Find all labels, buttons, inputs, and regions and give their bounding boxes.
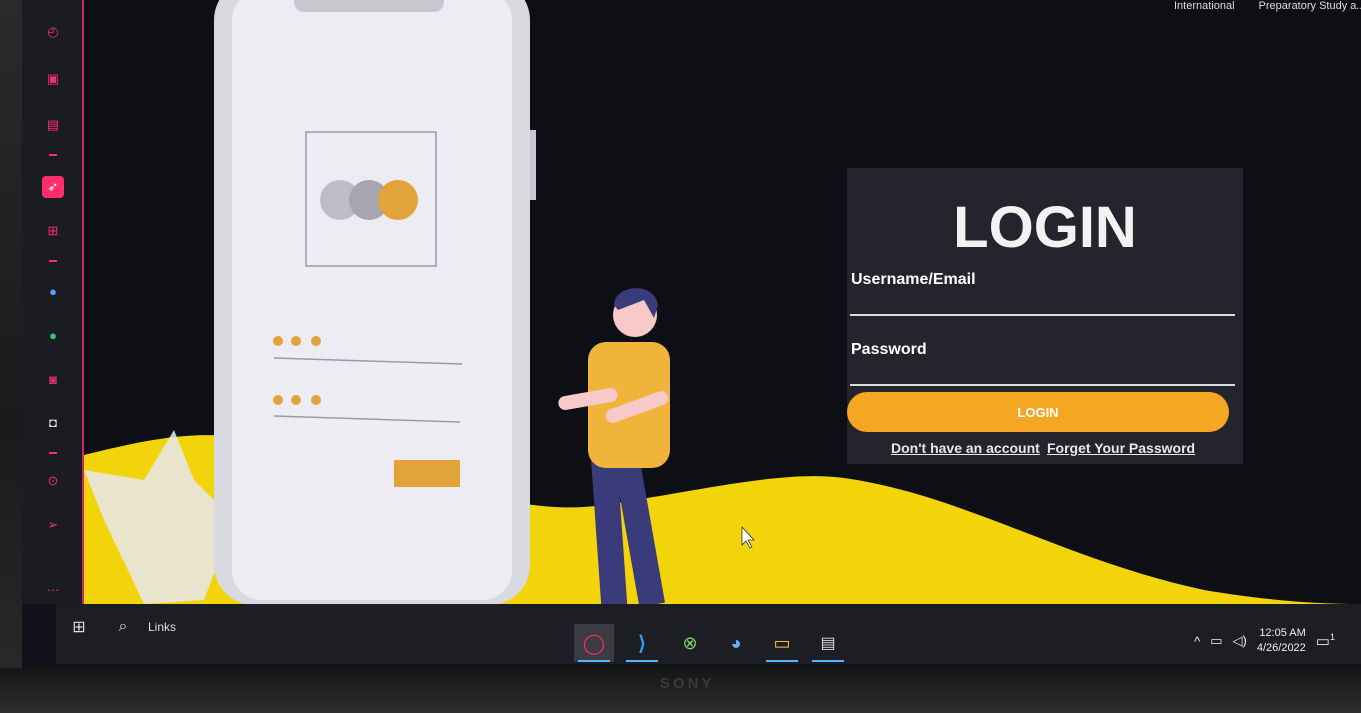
username-underline (850, 314, 1235, 316)
instagram-icon[interactable]: ◙ (42, 368, 64, 390)
sidebar-separator (49, 154, 57, 156)
dot (291, 395, 301, 405)
whatsapp-icon[interactable]: ● (42, 324, 64, 346)
chevron-up-icon[interactable]: ^ (1194, 634, 1200, 649)
notification-count: 1 (1329, 632, 1335, 642)
network-icon[interactable]: ▭ (1210, 633, 1222, 649)
dot (311, 395, 321, 405)
signup-link[interactable]: Don't have an account (891, 440, 1040, 456)
bookmark-item[interactable]: International (1174, 0, 1235, 12)
browser-sidebar: ◴ ▣ ▤ ➶ ⊞ ● ● ◙ ◘ ⊙ ➢ … (22, 0, 84, 604)
opera-taskbar-icon[interactable]: ◯ (574, 624, 614, 662)
forgot-password-link[interactable]: Forget Your Password (1047, 440, 1195, 456)
phone-button-graphic (394, 460, 460, 487)
password-label: Password (851, 341, 927, 358)
username-label: Username/Email (851, 271, 976, 288)
login-title: LOGIN (953, 195, 1137, 260)
messenger-icon[interactable]: ● (42, 280, 64, 302)
card-circle (378, 180, 418, 220)
rocket-icon[interactable]: ➶ (42, 176, 64, 198)
bookmarks-bar: International Preparatory Study a... (1014, 0, 1361, 12)
dot (291, 336, 301, 346)
sidebar-separator (49, 260, 57, 262)
system-tray: ^ ▭ ◁) 12:05 AM 4/26/2022 ▭1 (1194, 626, 1335, 656)
file-explorer-taskbar-icon[interactable]: ▭ (762, 624, 802, 662)
bookmark-item[interactable]: Preparatory Study a... (1259, 0, 1361, 12)
discord-icon[interactable]: ◘ (42, 411, 64, 433)
phone-notch (294, 0, 444, 12)
sidebar-separator (49, 452, 57, 454)
player-icon[interactable]: ⊙ (42, 470, 64, 492)
briefcase-icon[interactable]: ▣ (42, 68, 64, 90)
vscode-taskbar-icon[interactable]: ⟩ (622, 624, 662, 662)
password-input[interactable] (851, 360, 1235, 384)
gamepad-icon[interactable]: ⊞ (42, 220, 64, 242)
twitch-icon[interactable]: ▤ (42, 114, 64, 136)
windows-start-icon[interactable]: ⊞ (68, 616, 90, 638)
xbox-taskbar-icon[interactable]: ⊗ (670, 624, 710, 662)
steam-taskbar-icon[interactable]: ◕ (716, 624, 756, 662)
clock[interactable]: 12:05 AM 4/26/2022 (1257, 626, 1306, 656)
clock-date: 4/26/2022 (1256, 642, 1306, 654)
search-box[interactable]: Links (148, 618, 176, 636)
volume-icon[interactable]: ◁) (1233, 633, 1247, 649)
taskbar: ⊞ ⌕ Links ◯ ⟩ ⊗ ◕ ▭ ▤ ^ ▭ ◁) 12:05 AM 4/… (56, 604, 1361, 664)
notification-icon[interactable]: ▭1 (1316, 632, 1335, 650)
search-icon[interactable]: ⌕ (114, 616, 132, 638)
dot (311, 336, 321, 346)
send-icon[interactable]: ➢ (42, 514, 64, 536)
monitor-brand: SONY (660, 675, 715, 692)
login-panel: LOGIN Username/Email Password LOGIN Don'… (847, 168, 1243, 464)
login-button[interactable]: LOGIN (847, 392, 1229, 432)
clock-time: 12:05 AM (1259, 627, 1306, 639)
phone-screen (232, 0, 512, 600)
dot (273, 336, 283, 346)
dot (273, 395, 283, 405)
speed-dial-icon[interactable]: ◴ (42, 21, 64, 43)
more-icon[interactable]: … (42, 575, 64, 597)
phone-button (530, 130, 536, 200)
terminal-taskbar-icon[interactable]: ▤ (808, 624, 848, 662)
username-input[interactable] (851, 290, 1235, 314)
password-underline (850, 384, 1235, 386)
